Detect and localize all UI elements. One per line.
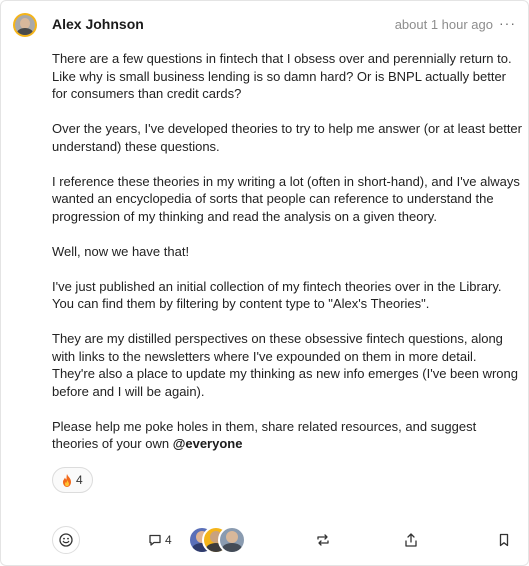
paragraph: Over the years, I've developed theories … — [52, 121, 522, 154]
smiley-icon — [59, 533, 73, 547]
paragraph: Well, now we have that! — [52, 243, 190, 259]
paragraph-text: Please help me poke holes in them, share… — [52, 418, 477, 452]
comment-count: 4 — [165, 533, 172, 547]
commenter-avatars[interactable] — [188, 526, 248, 554]
share-button[interactable] — [404, 527, 418, 553]
paragraph-with-mention: Please help me poke holes in them, share… — [52, 418, 522, 453]
paragraph: I reference these theories in my writing… — [52, 173, 520, 224]
mention-everyone[interactable]: @everyone — [173, 436, 243, 451]
post-timestamp: about 1 hour ago — [394, 17, 493, 32]
post-card: Alex Johnson about 1 hour ago ··· There … — [0, 0, 529, 566]
repost-button[interactable] — [315, 527, 331, 553]
reaction-count: 4 — [76, 473, 83, 487]
action-bar: 4 — [1, 525, 529, 555]
post-body: There are a few questions in fintech tha… — [52, 50, 522, 470]
comment-button[interactable]: 4 — [148, 527, 172, 553]
commenter-avatar — [218, 526, 246, 554]
bookmark-icon — [499, 533, 509, 547]
ellipsis-icon[interactable]: ··· — [499, 15, 516, 31]
repost-icon — [317, 534, 329, 546]
share-icon — [405, 532, 417, 547]
paragraph: There are a few questions in fintech tha… — [52, 51, 512, 101]
emoji-button[interactable] — [52, 526, 80, 554]
avatar-photo — [15, 15, 35, 35]
paragraph: They are my distilled perspectives on th… — [52, 331, 519, 399]
bookmark-button[interactable] — [498, 527, 510, 553]
author-name[interactable]: Alex Johnson — [52, 16, 144, 32]
comment-icon — [149, 534, 161, 546]
fire-icon — [63, 473, 71, 487]
fire-reaction[interactable]: 4 — [52, 467, 93, 493]
author-avatar[interactable] — [13, 13, 37, 37]
paragraph: I've just published an initial collectio… — [52, 278, 502, 312]
